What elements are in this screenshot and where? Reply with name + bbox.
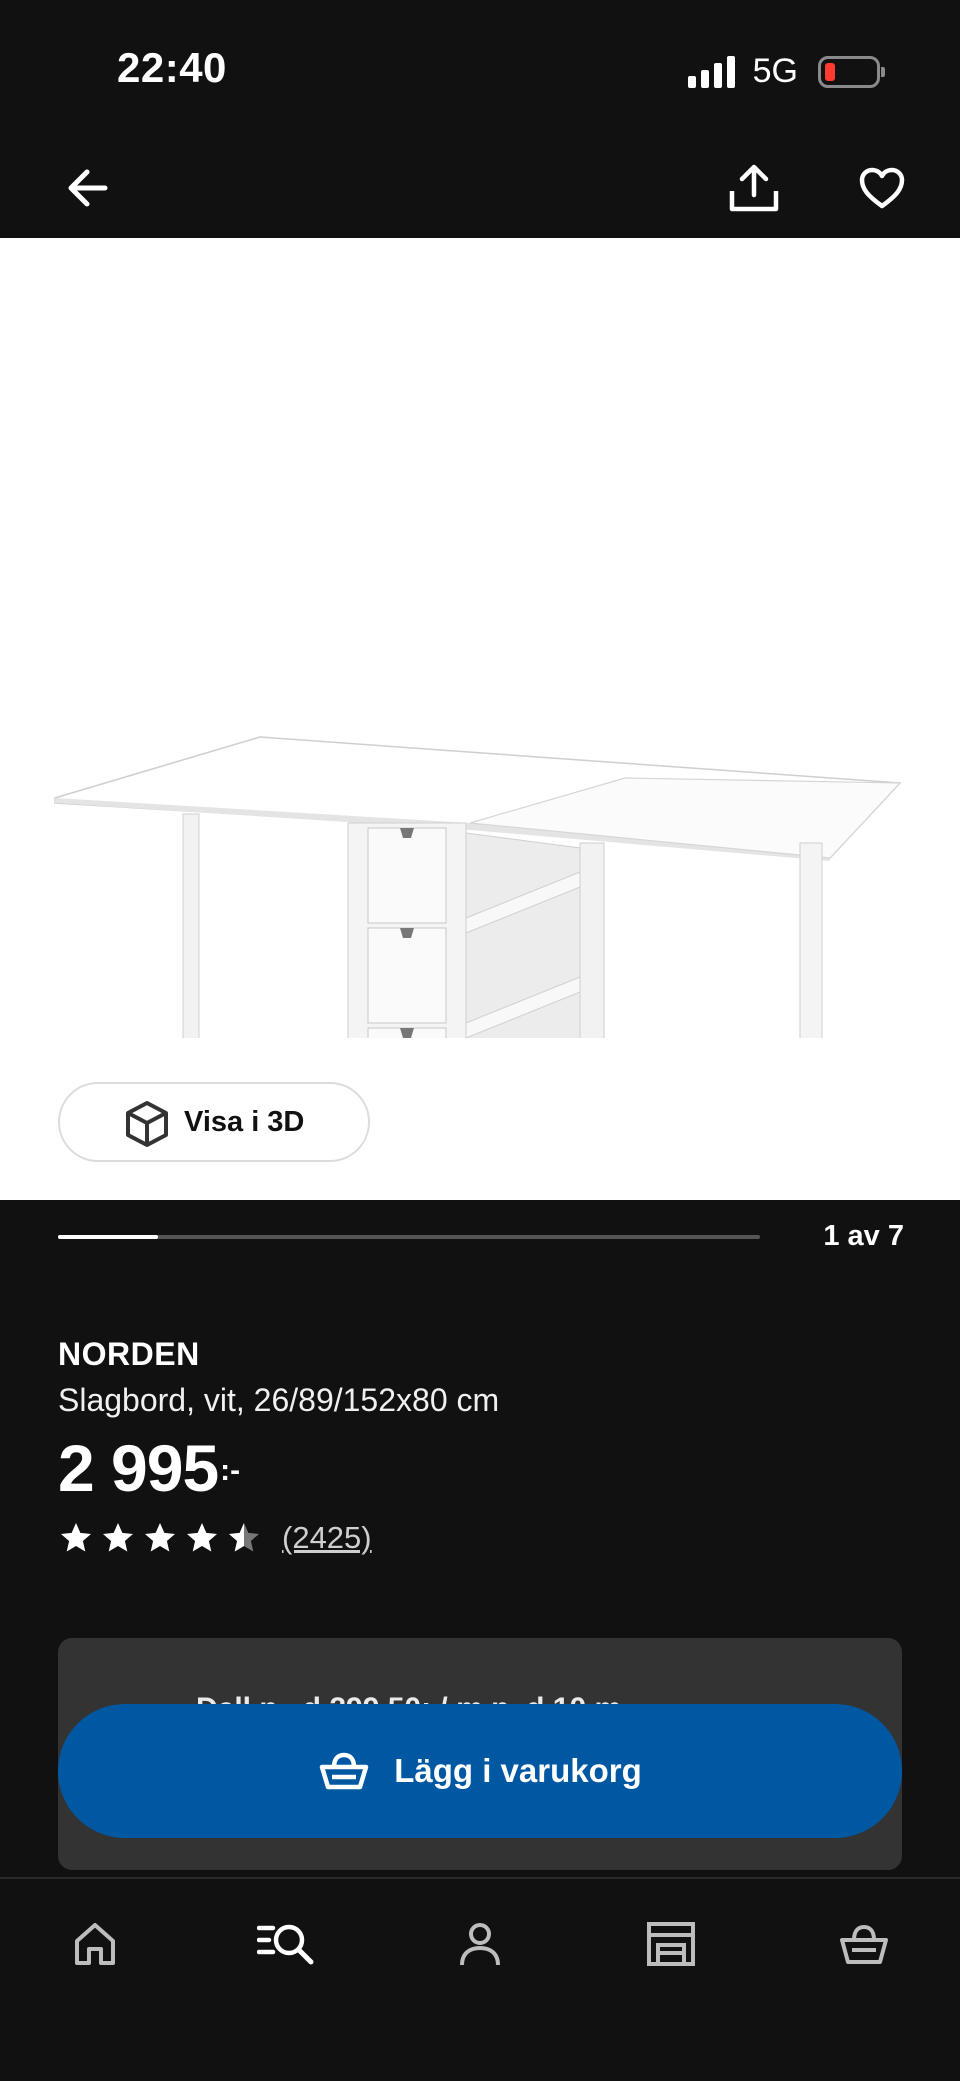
star-icon — [145, 1523, 175, 1552]
product-name: NORDEN — [58, 1336, 200, 1372]
battery-icon — [818, 55, 885, 88]
cube-icon — [126, 1101, 168, 1147]
pager-text: 1 av 7 — [823, 1220, 904, 1252]
signal-icon — [687, 55, 735, 88]
status-indicators: 5G — [687, 52, 885, 91]
arrow-left-icon — [68, 169, 108, 207]
store-icon — [647, 1922, 695, 1966]
product-description: Slagbord, vit, 26/89/152x80 cm — [58, 1382, 500, 1418]
price-value: 2 995 — [58, 1431, 219, 1505]
nav-home[interactable] — [60, 1909, 130, 1979]
status-time: 22:40 — [117, 44, 227, 91]
nav-store[interactable] — [636, 1909, 706, 1979]
home-icon — [75, 1923, 115, 1965]
cart-icon — [840, 1924, 888, 1964]
search-icon — [257, 1924, 314, 1965]
share-icon — [729, 164, 779, 212]
share-button[interactable] — [724, 158, 784, 218]
view-3d-label: Visa i 3D — [184, 1105, 305, 1138]
status-bar: 22:40 5G — [0, 0, 960, 140]
review-count-link[interactable]: (2425) — [282, 1520, 372, 1556]
price-suffix: :- — [220, 1454, 241, 1487]
product-rating[interactable]: (2425) — [58, 1520, 372, 1556]
favorite-button[interactable] — [852, 158, 912, 218]
add-to-cart-button[interactable]: Lägg i varukorg — [58, 1704, 902, 1838]
add-to-cart-label: Lägg i varukorg — [394, 1752, 642, 1789]
star-icon — [61, 1523, 91, 1552]
profile-icon — [460, 1923, 500, 1966]
nav-profile[interactable] — [445, 1909, 515, 1979]
product-price: 2 995 :- — [58, 1430, 240, 1506]
view-3d-button[interactable]: Visa i 3D — [58, 1082, 370, 1162]
heart-icon — [859, 167, 905, 209]
gallery-pager: 1 av 7 — [58, 1220, 904, 1254]
cart-icon — [319, 1752, 369, 1790]
star-icon — [187, 1523, 217, 1552]
bottom-nav — [0, 1877, 960, 2081]
pager-progress — [58, 1235, 159, 1239]
product-image — [54, 736, 902, 1038]
nav-search[interactable] — [252, 1909, 322, 1979]
pager-track — [58, 1235, 760, 1239]
star-half-icon — [229, 1523, 259, 1552]
product-gallery[interactable]: Visa i 3D — [0, 238, 960, 1200]
star-icon — [103, 1523, 133, 1552]
nav-cart[interactable] — [829, 1909, 899, 1979]
back-button[interactable] — [58, 158, 118, 218]
top-nav — [0, 140, 960, 238]
network-label: 5G — [752, 52, 798, 90]
